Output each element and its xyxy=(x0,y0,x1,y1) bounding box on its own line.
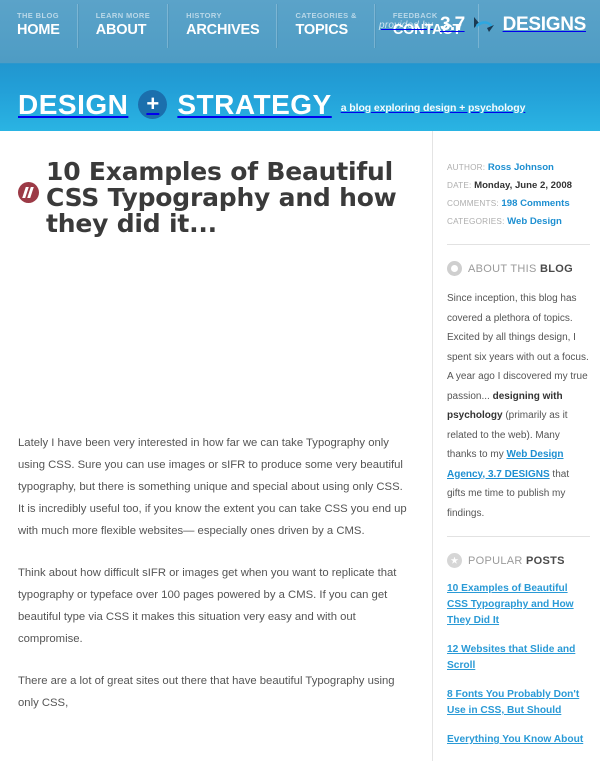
post-title-row: 10 Examples of Beautiful CSS Typography … xyxy=(18,159,408,237)
meta-value-date: Monday, June 2, 2008 xyxy=(474,180,573,191)
site-header: THE BLOG HOME LEARN MORE ABOUT HISTORY A… xyxy=(0,0,600,131)
post-paragraph-2: Think about how difficult sIFR or images… xyxy=(18,567,397,645)
meta-row-comments: COMMENTS: 198 Comments xyxy=(447,195,590,212)
about-heading-text: ABOUT THIS BLOG xyxy=(468,263,573,275)
brand-number: 3.7 xyxy=(439,14,465,35)
nav-kicker-archives: HISTORY xyxy=(186,11,222,20)
logo-plus-icon: + xyxy=(138,90,168,119)
arrow-circle-icon xyxy=(447,261,462,276)
nav-kicker-topics: CATEGORIES & xyxy=(295,11,357,20)
popular-post-link[interactable]: Everything You Know About xyxy=(447,732,590,748)
meta-row-author: AUTHOR: Ross Johnson xyxy=(447,159,590,176)
popular-post-link[interactable]: 8 Fonts You Probably Don't Use in CSS, B… xyxy=(447,687,590,719)
sidebar-divider-1 xyxy=(447,244,590,245)
sidebar: AUTHOR: Ross Johnson DATE: Monday, June … xyxy=(432,131,600,761)
nav-label-topics: TOPICS xyxy=(295,22,348,38)
nav-label-archives: ARCHIVES xyxy=(186,22,260,38)
sidebar-divider-2 xyxy=(447,536,590,537)
page-body: 10 Examples of Beautiful CSS Typography … xyxy=(0,131,600,761)
popular-posts-heading: POPULAR POSTS xyxy=(447,553,590,568)
swoosh-arrow-icon xyxy=(472,16,496,34)
meta-value-categories[interactable]: Web Design xyxy=(507,216,562,227)
popular-post-link[interactable]: 12 Websites that Slide and Scroll xyxy=(447,642,590,674)
post-paragraph-3: There are a lot of great sites out there… xyxy=(18,675,395,709)
logo-word-strategy: STRATEGY xyxy=(177,89,332,120)
site-logo[interactable]: DESIGN + STRATEGY a blog exploring desig… xyxy=(18,90,525,119)
meta-row-date: DATE: Monday, June 2, 2008 xyxy=(447,177,590,194)
nav-item-archives[interactable]: HISTORY ARCHIVES xyxy=(168,4,278,48)
about-text-1: Since inception, this blog has covered a… xyxy=(447,293,589,402)
nav-item-topics[interactable]: CATEGORIES & TOPICS xyxy=(277,4,375,48)
provided-by-label: provided by xyxy=(379,19,433,31)
post-meta-list: AUTHOR: Ross Johnson DATE: Monday, June … xyxy=(447,159,590,230)
meta-value-comments[interactable]: 198 Comments xyxy=(501,198,569,209)
logo-tagline: a blog exploring design + psychology xyxy=(340,102,526,114)
about-this-blog-heading: ABOUT THIS BLOG xyxy=(447,261,590,276)
popular-posts-list: 10 Examples of Beautiful CSS Typography … xyxy=(447,581,590,748)
slashes-icon xyxy=(18,182,39,203)
logo-word-design: DESIGN xyxy=(18,89,129,120)
nav-label-about: ABOUT xyxy=(95,22,147,38)
popular-heading-light: POPULAR xyxy=(468,554,527,567)
popular-post-link[interactable]: 10 Examples of Beautiful CSS Typography … xyxy=(447,581,590,629)
meta-label-author: AUTHOR: xyxy=(447,163,486,172)
page-title: 10 Examples of Beautiful CSS Typography … xyxy=(46,157,397,238)
provided-by-credit[interactable]: provided by 3.7 DESIGNS xyxy=(379,14,586,36)
post-paragraph-1: Lately I have been very interested in ho… xyxy=(18,437,407,537)
main-content: 10 Examples of Beautiful CSS Typography … xyxy=(0,131,432,761)
nav-label-home: HOME xyxy=(17,22,60,38)
star-circle-icon xyxy=(447,553,462,568)
meta-value-author[interactable]: Ross Johnson xyxy=(488,162,554,173)
popular-heading-text: POPULAR POSTS xyxy=(468,555,565,567)
nav-item-home[interactable]: THE BLOG HOME xyxy=(0,4,78,48)
meta-label-categories: CATEGORIES: xyxy=(447,217,505,226)
about-heading-bold: BLOG xyxy=(539,262,573,275)
nav-kicker-home: THE BLOG xyxy=(17,11,59,20)
popular-heading-bold: POSTS xyxy=(526,554,565,567)
meta-label-comments: COMMENTS: xyxy=(447,199,499,208)
meta-row-categories: CATEGORIES: Web Design xyxy=(447,213,590,230)
nav-item-about[interactable]: LEARN MORE ABOUT xyxy=(77,4,169,48)
about-this-blog-text: Since inception, this blog has covered a… xyxy=(447,289,590,523)
meta-label-date: DATE: xyxy=(447,181,472,190)
brand-name: DESIGNS xyxy=(502,14,587,35)
nav-kicker-about: LEARN MORE xyxy=(95,11,151,20)
post-body: Lately I have been very interested in ho… xyxy=(18,432,408,714)
about-heading-light: ABOUT THIS xyxy=(468,262,540,275)
